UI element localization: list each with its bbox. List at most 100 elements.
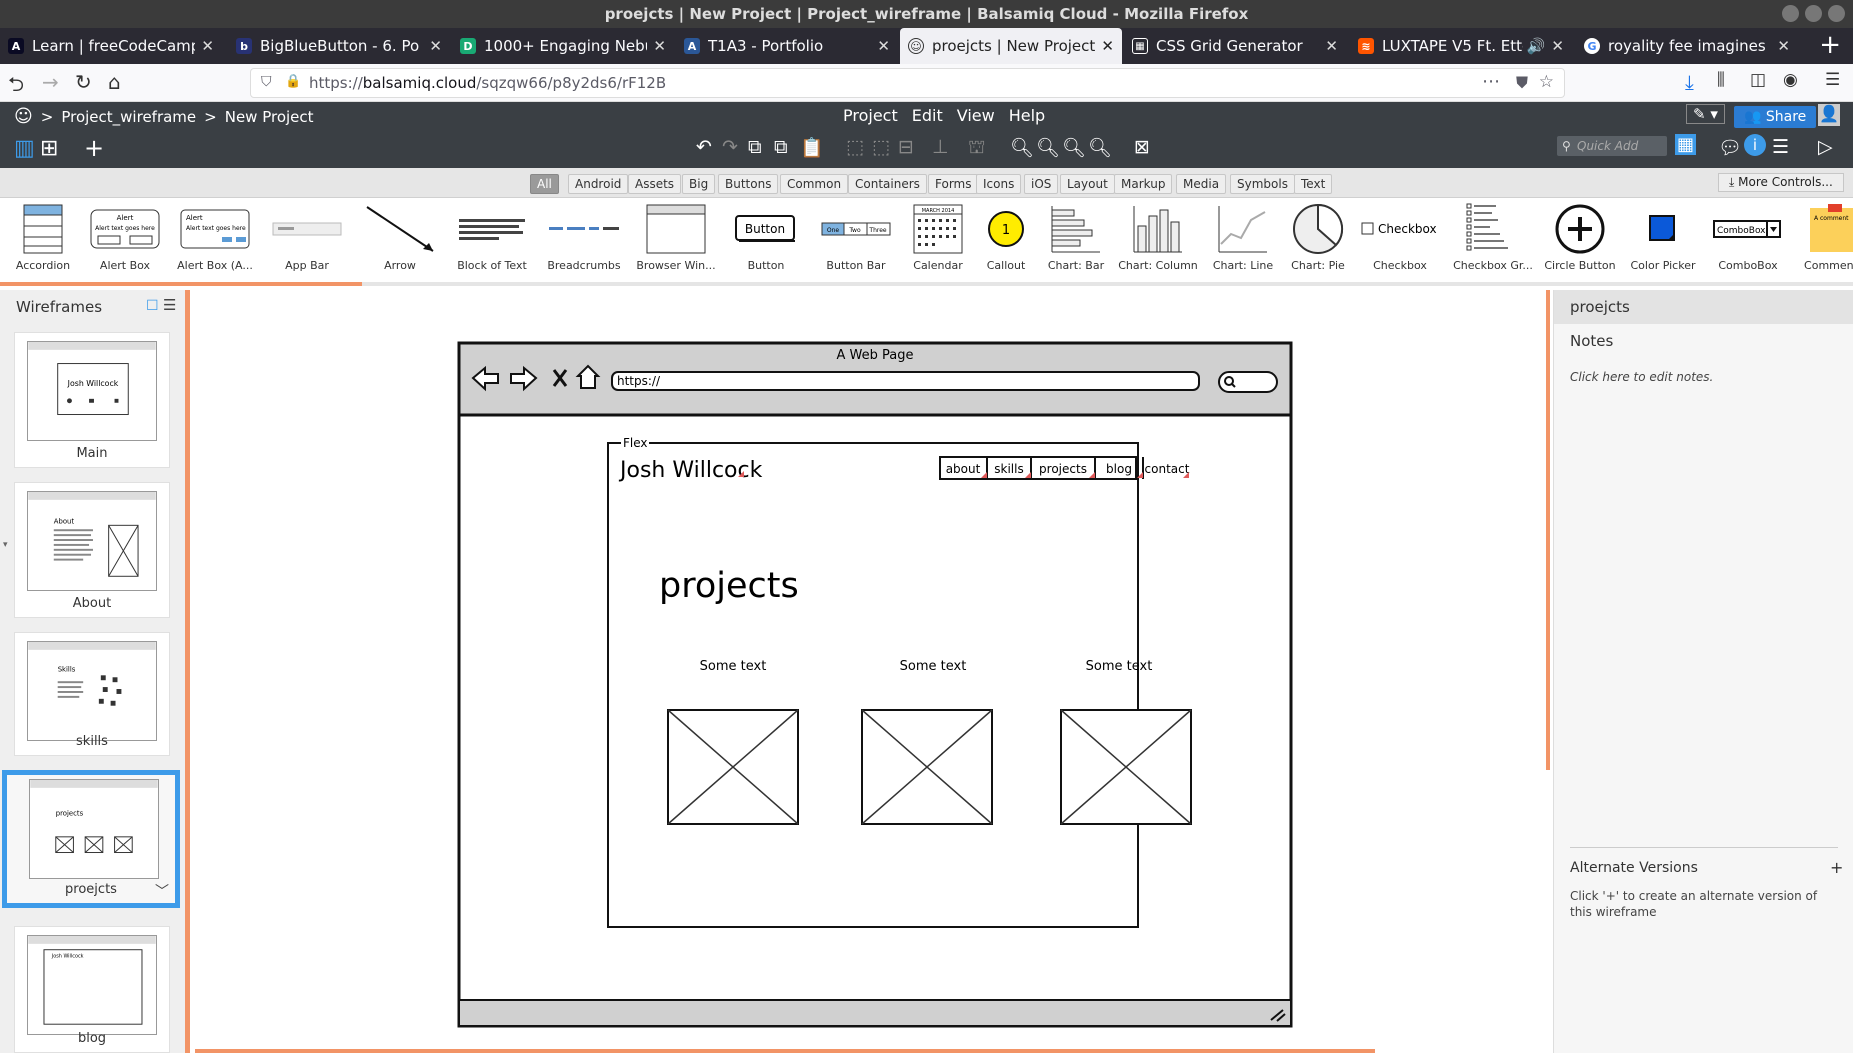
comments-icon[interactable]: 💬︎ bbox=[1718, 136, 1742, 159]
menu-view[interactable]: View bbox=[957, 106, 995, 125]
wf-search-field[interactable] bbox=[1218, 371, 1278, 393]
library-item-color-picker[interactable]: Color Picker bbox=[1620, 202, 1706, 272]
distribute-icon[interactable]: ⊥ bbox=[932, 136, 949, 158]
tab-css-grid[interactable]: ▦ CSS Grid Generator ✕ bbox=[1124, 28, 1346, 64]
wf-image-placeholder[interactable] bbox=[861, 709, 993, 825]
notes-input[interactable]: Click here to edit notes. bbox=[1570, 370, 1713, 384]
duplicate-icon[interactable]: ⧉ bbox=[774, 136, 788, 158]
speaker-icon[interactable]: 🔊 bbox=[1527, 37, 1546, 55]
library-item-browser-window[interactable]: Browser Win... bbox=[633, 202, 719, 272]
wireframe-thumb-blog[interactable]: Josh Willcock blog bbox=[14, 926, 170, 1053]
paste-icon[interactable]: 📋 bbox=[800, 136, 824, 159]
more-controls-button[interactable]: ⤓ More Controls... bbox=[1718, 173, 1844, 192]
close-tab-icon[interactable]: ✕ bbox=[1101, 37, 1114, 55]
library-item-alert-box-android[interactable]: Alert Alert text goes here Alert Box (A..… bbox=[172, 202, 258, 272]
filter-all[interactable]: All bbox=[530, 174, 559, 194]
tab-portfolio[interactable]: A T1A3 - Portfolio ✕ bbox=[676, 28, 898, 64]
zoom-actual-icon[interactable]: 🔍︎ bbox=[1062, 136, 1086, 159]
ungroup-icon[interactable]: ⬚ bbox=[872, 136, 890, 158]
collapse-sidebar-icon[interactable]: ▾ bbox=[3, 540, 8, 550]
wf-nav-projects[interactable]: projects bbox=[1039, 462, 1087, 476]
wireframe-thumb-proejcts[interactable]: projects proejcts ﹀ bbox=[2, 770, 180, 908]
library-item-block-of-text[interactable]: Block of Text bbox=[449, 202, 535, 272]
breadcrumb-current[interactable]: New Project bbox=[225, 108, 314, 126]
filter-android[interactable]: Android bbox=[568, 174, 629, 194]
hamburger-menu-icon[interactable]: ☰ bbox=[1825, 70, 1840, 90]
filter-containers[interactable]: Containers bbox=[848, 174, 927, 194]
library-item-breadcrumbs[interactable]: Breadcrumbs bbox=[541, 202, 627, 272]
chevron-down-icon[interactable]: ﹀ bbox=[155, 881, 169, 901]
wf-nav-blog[interactable]: blog bbox=[1106, 462, 1132, 476]
forward-icon[interactable]: → bbox=[42, 70, 59, 94]
wf-heading[interactable]: projects bbox=[659, 566, 799, 606]
filter-forms[interactable]: Forms bbox=[928, 174, 979, 194]
close-tab-icon[interactable]: ✕ bbox=[429, 37, 442, 55]
filter-markup[interactable]: Markup bbox=[1114, 174, 1173, 194]
pocket-icon[interactable]: ⛊ bbox=[1516, 73, 1528, 93]
align-icon[interactable]: ⊟ bbox=[898, 136, 914, 158]
filter-layout[interactable]: Layout bbox=[1060, 174, 1115, 194]
download-icon[interactable]: ⤓ bbox=[1685, 70, 1694, 94]
wf-image-placeholder[interactable] bbox=[667, 709, 799, 825]
menu-help[interactable]: Help bbox=[1009, 106, 1045, 125]
account-icon[interactable]: ◉ bbox=[1783, 70, 1798, 90]
zoom-in-icon[interactable]: 🔍︎ bbox=[1036, 136, 1060, 159]
library-item-chart-column[interactable]: Chart: Column bbox=[1115, 202, 1201, 272]
filter-common[interactable]: Common bbox=[780, 174, 849, 194]
close-tab-icon[interactable]: ✕ bbox=[877, 37, 890, 55]
minimize-icon[interactable] bbox=[1782, 5, 1799, 22]
zoom-fit-icon[interactable]: 🔍︎ bbox=[1088, 136, 1112, 159]
filter-big[interactable]: Big bbox=[682, 174, 716, 194]
edit-mode-icon[interactable]: ✎ ▾ bbox=[1686, 104, 1725, 124]
thumbnail-view-icon[interactable]: ☐ bbox=[146, 298, 159, 314]
share-button[interactable]: 👥 Share bbox=[1734, 106, 1817, 128]
wireframe-name[interactable]: proejcts bbox=[1554, 290, 1853, 324]
browser-window[interactable] bbox=[457, 341, 1293, 1028]
group-icon[interactable]: ⬚ bbox=[846, 136, 864, 158]
library-item-accordion[interactable]: Accordion bbox=[0, 202, 86, 272]
library-item-arrow[interactable]: Arrow bbox=[357, 202, 443, 272]
library-item-app-bar[interactable]: App Bar bbox=[264, 202, 350, 272]
wf-url-field[interactable] bbox=[611, 371, 1200, 391]
list-view-icon[interactable]: ☰ bbox=[163, 296, 176, 314]
reload-icon[interactable]: ↻ bbox=[75, 70, 92, 94]
breadcrumb-project[interactable]: Project_wireframe bbox=[61, 108, 196, 126]
balsamiq-logo-icon[interactable]: ☺ bbox=[14, 106, 33, 127]
undo-icon[interactable]: ↶ bbox=[696, 136, 712, 158]
filter-buttons[interactable]: Buttons bbox=[718, 174, 779, 194]
filter-ios[interactable]: iOS bbox=[1024, 174, 1059, 194]
library-item-chart-pie[interactable]: Chart: Pie bbox=[1275, 202, 1361, 272]
wf-nav-contact[interactable]: contact bbox=[1145, 462, 1190, 476]
close-tab-icon[interactable]: ✕ bbox=[1325, 37, 1338, 55]
wireframe-thumb-about[interactable]: About About bbox=[14, 482, 170, 618]
url-bar[interactable]: ⛉ 🔒 https://balsamiq.cloud/sqzqw66/p8y2d… bbox=[250, 68, 1565, 98]
wf-nav-about[interactable]: about bbox=[946, 462, 981, 476]
lock-icon[interactable]: 🔒 bbox=[285, 74, 301, 89]
grid-view-icon[interactable]: ⊞ bbox=[40, 136, 58, 161]
wireframe-thumb-skills[interactable]: Skills skills bbox=[14, 632, 170, 756]
menu-edit[interactable]: Edit bbox=[912, 106, 943, 125]
shield-icon[interactable]: ⛉ bbox=[261, 74, 272, 90]
tab-nebula[interactable]: D 1000+ Engaging Nebula ✕ bbox=[452, 28, 674, 64]
library-item-button-bar[interactable]: One Two Three Button Bar bbox=[813, 202, 899, 272]
filter-text[interactable]: Text bbox=[1294, 174, 1333, 194]
avatar[interactable]: 👤 bbox=[1818, 104, 1840, 126]
lock-control-icon[interactable]: ⛫ bbox=[968, 136, 985, 161]
library-item-chart-bar[interactable]: Chart: Bar bbox=[1033, 202, 1119, 272]
copy-icon[interactable]: ⧉ bbox=[748, 136, 762, 158]
close-tab-icon[interactable]: ✕ bbox=[1551, 37, 1564, 55]
wf-nav-skills[interactable]: skills bbox=[994, 462, 1023, 476]
wf-image-placeholder[interactable] bbox=[1060, 709, 1192, 825]
tab-google[interactable]: G royality fee imagines - G ✕ bbox=[1576, 28, 1798, 64]
filter-assets[interactable]: Assets bbox=[628, 174, 682, 194]
more-actions-icon[interactable]: ⋯ bbox=[1482, 71, 1500, 92]
library-item-chart-line[interactable]: Chart: Line bbox=[1200, 202, 1286, 272]
presentation-icon[interactable]: ▷ bbox=[1818, 136, 1833, 158]
canvas-vertical-scrollbar[interactable] bbox=[1546, 290, 1550, 770]
add-wireframe-icon[interactable]: + bbox=[84, 134, 104, 162]
new-tab-button[interactable]: + bbox=[1819, 30, 1841, 60]
site-name[interactable]: Josh Willcock bbox=[618, 458, 763, 483]
zoom-out-icon[interactable]: 🔍︎ bbox=[1010, 136, 1034, 159]
close-window-icon[interactable] bbox=[1828, 5, 1845, 22]
clipboard-icon[interactable]: ⊠ bbox=[1134, 136, 1150, 158]
